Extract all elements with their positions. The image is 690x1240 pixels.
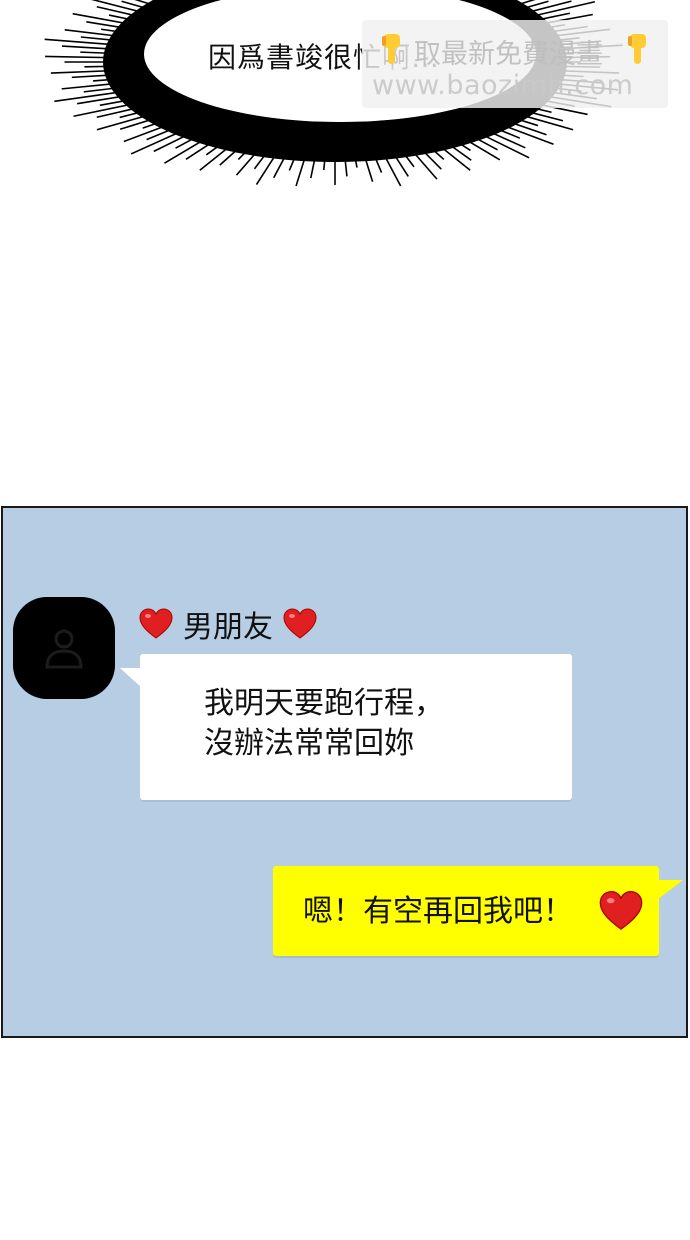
- burst-spike: [130, 127, 188, 155]
- incoming-message-text: 我明天要跑行程， 沒辦法常常回妳: [204, 684, 444, 764]
- burst-spike: [84, 65, 122, 68]
- outgoing-message-text: 嗯！有空再回我吧！: [303, 894, 573, 929]
- incoming-message-line-1: 我明天要跑行程，: [204, 686, 444, 721]
- bubble-tail: [120, 668, 142, 688]
- contact-avatar[interactable]: [13, 597, 115, 699]
- red-heart-icon: [283, 608, 317, 639]
- contact-name-row: 男朋友: [139, 604, 317, 645]
- watermark-url: www.baozimh.com: [372, 70, 634, 101]
- pointing-down-hand-icon: [382, 34, 400, 64]
- red-heart-icon: [139, 608, 173, 639]
- incoming-message-bubble[interactable]: 我明天要跑行程， 沒辦法常常回妳: [120, 654, 572, 800]
- contact-name: 男朋友: [183, 610, 273, 645]
- incoming-message-line-2: 沒辦法常常回妳: [204, 726, 414, 761]
- outgoing-message-bubble[interactable]: 嗯！有空再回我吧！: [273, 866, 683, 956]
- bubble-tail: [657, 880, 683, 900]
- pointing-down-hand-icon: [628, 34, 646, 64]
- burst-spike: [475, 130, 530, 159]
- red-heart-icon: [599, 890, 643, 930]
- person-silhouette-icon: [45, 629, 83, 669]
- watermark: 取最新免費漫畫 www.baozimh.com: [362, 20, 668, 108]
- watermark-line-1: 取最新免費漫畫: [414, 39, 603, 70]
- chat-panel: 男朋友 我明天要跑行程， 沒辦法常常回妳 嗯！有空再回我吧！: [1, 506, 688, 1038]
